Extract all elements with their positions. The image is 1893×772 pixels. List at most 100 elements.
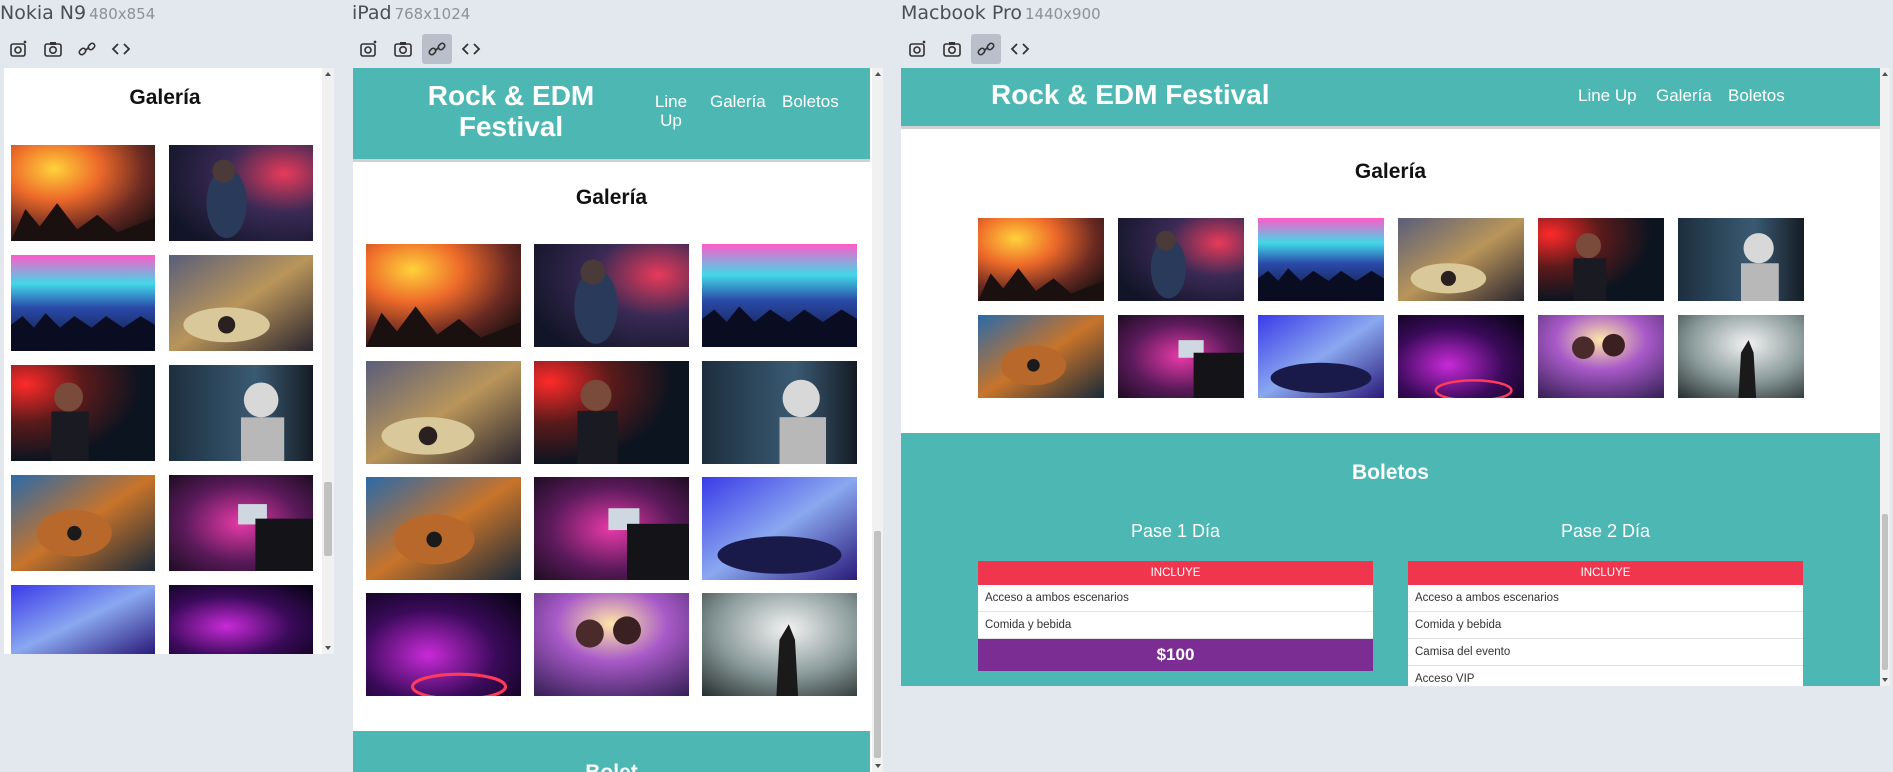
gallery-photo[interactable] bbox=[169, 585, 313, 654]
gallery-photo[interactable] bbox=[169, 365, 313, 461]
scrollbar-thumb[interactable] bbox=[324, 482, 332, 556]
pass-1-includes-header: INCLUYE bbox=[978, 561, 1373, 585]
pass-2-item: Camisa del evento bbox=[1408, 639, 1803, 666]
device-label: iPad 768x1024 bbox=[352, 2, 470, 24]
pass-1-item: Acceso a ambos escenarios bbox=[978, 585, 1373, 612]
camera-button[interactable] bbox=[937, 34, 967, 64]
link-icon bbox=[428, 42, 446, 56]
gallery-photo[interactable] bbox=[11, 585, 155, 654]
gallery-photo[interactable] bbox=[1258, 218, 1384, 301]
nav-galeria[interactable]: Galería bbox=[1656, 86, 1712, 106]
camera-settings-button[interactable] bbox=[903, 34, 933, 64]
gallery-title: Galería bbox=[129, 86, 201, 109]
gallery-photo[interactable] bbox=[11, 475, 155, 571]
pass-2-table[interactable]: INCLUYE Acceso a ambos escenarios Comida… bbox=[1408, 561, 1803, 686]
camera-button[interactable] bbox=[38, 34, 68, 64]
site-header: Rock & EDM Festival Line Up Galería Bole… bbox=[901, 68, 1880, 126]
pass-1-price[interactable]: $100 bbox=[978, 639, 1373, 671]
nav-galeria[interactable]: Galería bbox=[710, 92, 766, 112]
camera-icon bbox=[943, 42, 961, 57]
camera-settings-icon bbox=[360, 40, 377, 57]
camera-settings-button[interactable] bbox=[4, 34, 34, 64]
nav-lineup[interactable]: Line Up bbox=[654, 92, 688, 130]
gallery-photo[interactable] bbox=[169, 145, 313, 241]
gallery-photo[interactable] bbox=[1538, 315, 1664, 398]
device-name: Nokia N9 bbox=[0, 2, 87, 24]
macbook-viewport: Rock & EDM Festival Line Up Galería Bole… bbox=[901, 68, 1890, 686]
pass-2-item: Acceso a ambos escenarios bbox=[1408, 585, 1803, 612]
tickets-title-partial: Bolet bbox=[353, 761, 870, 772]
gallery-photo[interactable] bbox=[1118, 218, 1244, 301]
device-ipad: iPad 768x1024 Rock & EDM Festival Line Up… bbox=[352, 0, 883, 772]
gallery-photo[interactable] bbox=[1678, 218, 1804, 301]
nav-boletos[interactable]: Boletos bbox=[782, 92, 839, 112]
pass-1-item: Comida y bebida bbox=[978, 612, 1373, 639]
scrollbar[interactable] bbox=[1880, 68, 1890, 686]
pass-2-item: Acceso VIP bbox=[1408, 666, 1803, 686]
gallery-photo[interactable] bbox=[1398, 315, 1524, 398]
gallery-photo[interactable] bbox=[11, 255, 155, 351]
code-icon bbox=[461, 43, 481, 55]
gallery-photo[interactable] bbox=[702, 593, 857, 696]
scrollbar-thumb[interactable] bbox=[1882, 514, 1888, 670]
gallery-photo[interactable] bbox=[534, 244, 689, 347]
nav-boletos[interactable]: Boletos bbox=[1728, 86, 1785, 106]
link-button[interactable] bbox=[422, 34, 452, 64]
gallery-photo[interactable] bbox=[702, 477, 857, 580]
tickets-section: Boletos Pase 1 Día INCLUYE Acceso a ambo… bbox=[901, 433, 1880, 686]
camera-button[interactable] bbox=[388, 34, 418, 64]
link-button[interactable] bbox=[971, 34, 1001, 64]
gallery-photo[interactable] bbox=[11, 145, 155, 241]
site-title[interactable]: Rock & EDM Festival bbox=[991, 79, 1270, 111]
gallery-photo[interactable] bbox=[534, 477, 689, 580]
device-size: 1440x900 bbox=[1024, 5, 1101, 23]
pass-1-table[interactable]: INCLUYE Acceso a ambos escenarios Comida… bbox=[978, 561, 1373, 671]
gallery-photo[interactable] bbox=[1678, 315, 1804, 398]
device-name: Macbook Pro bbox=[901, 2, 1022, 24]
gallery-photo[interactable] bbox=[366, 593, 521, 696]
gallery-photo[interactable] bbox=[534, 361, 689, 464]
camera-settings-button[interactable] bbox=[354, 34, 384, 64]
gallery-photo[interactable] bbox=[169, 475, 313, 571]
gallery-photo[interactable] bbox=[11, 365, 155, 461]
gallery-photo[interactable] bbox=[169, 255, 313, 351]
gallery-photo[interactable] bbox=[366, 244, 521, 347]
gallery-photo[interactable] bbox=[978, 218, 1104, 301]
camera-icon bbox=[44, 42, 62, 57]
link-button[interactable] bbox=[72, 34, 102, 64]
gallery-photo[interactable] bbox=[702, 361, 857, 464]
gallery-photo[interactable] bbox=[1118, 315, 1244, 398]
camera-settings-icon bbox=[909, 40, 926, 57]
link-icon bbox=[78, 42, 96, 56]
gallery-photo[interactable] bbox=[702, 244, 857, 347]
gallery-photo[interactable] bbox=[978, 315, 1104, 398]
code-button[interactable] bbox=[1005, 34, 1035, 64]
pass-1-name: Pase 1 Día bbox=[1130, 521, 1221, 541]
gallery-photo[interactable] bbox=[366, 477, 521, 580]
code-button[interactable] bbox=[456, 34, 486, 64]
pass-2-includes-header: INCLUYE bbox=[1408, 561, 1803, 585]
code-icon bbox=[111, 43, 131, 55]
gallery-title: Galería bbox=[575, 186, 648, 209]
scrollbar[interactable] bbox=[322, 68, 334, 654]
tickets-title: Boletos bbox=[1351, 461, 1429, 484]
device-nokia-n9: Nokia N9 480x854 Galería bbox=[0, 0, 340, 772]
site-header: Rock & EDM Festival Line Up Galería Bole… bbox=[353, 68, 870, 159]
gallery-photo[interactable] bbox=[534, 593, 689, 696]
device-size: 480x854 bbox=[89, 5, 156, 23]
scrollbar[interactable] bbox=[872, 68, 883, 772]
scrollbar-thumb[interactable] bbox=[874, 531, 881, 758]
code-button[interactable] bbox=[106, 34, 136, 64]
gallery-photo[interactable] bbox=[1398, 218, 1524, 301]
gallery-photo[interactable] bbox=[1258, 315, 1384, 398]
gallery-photo[interactable] bbox=[1538, 218, 1664, 301]
device-name: iPad bbox=[352, 2, 392, 24]
nav-lineup[interactable]: Line Up bbox=[1578, 86, 1637, 106]
device-size: 768x1024 bbox=[394, 5, 471, 23]
gallery-photo[interactable] bbox=[366, 361, 521, 464]
link-icon bbox=[977, 42, 995, 56]
ipad-viewport: Rock & EDM Festival Line Up Galería Bole… bbox=[353, 68, 883, 772]
camera-settings-icon bbox=[10, 40, 27, 57]
site-title[interactable]: Rock & EDM Festival bbox=[411, 80, 611, 142]
gallery-title: Galería bbox=[1354, 160, 1427, 183]
